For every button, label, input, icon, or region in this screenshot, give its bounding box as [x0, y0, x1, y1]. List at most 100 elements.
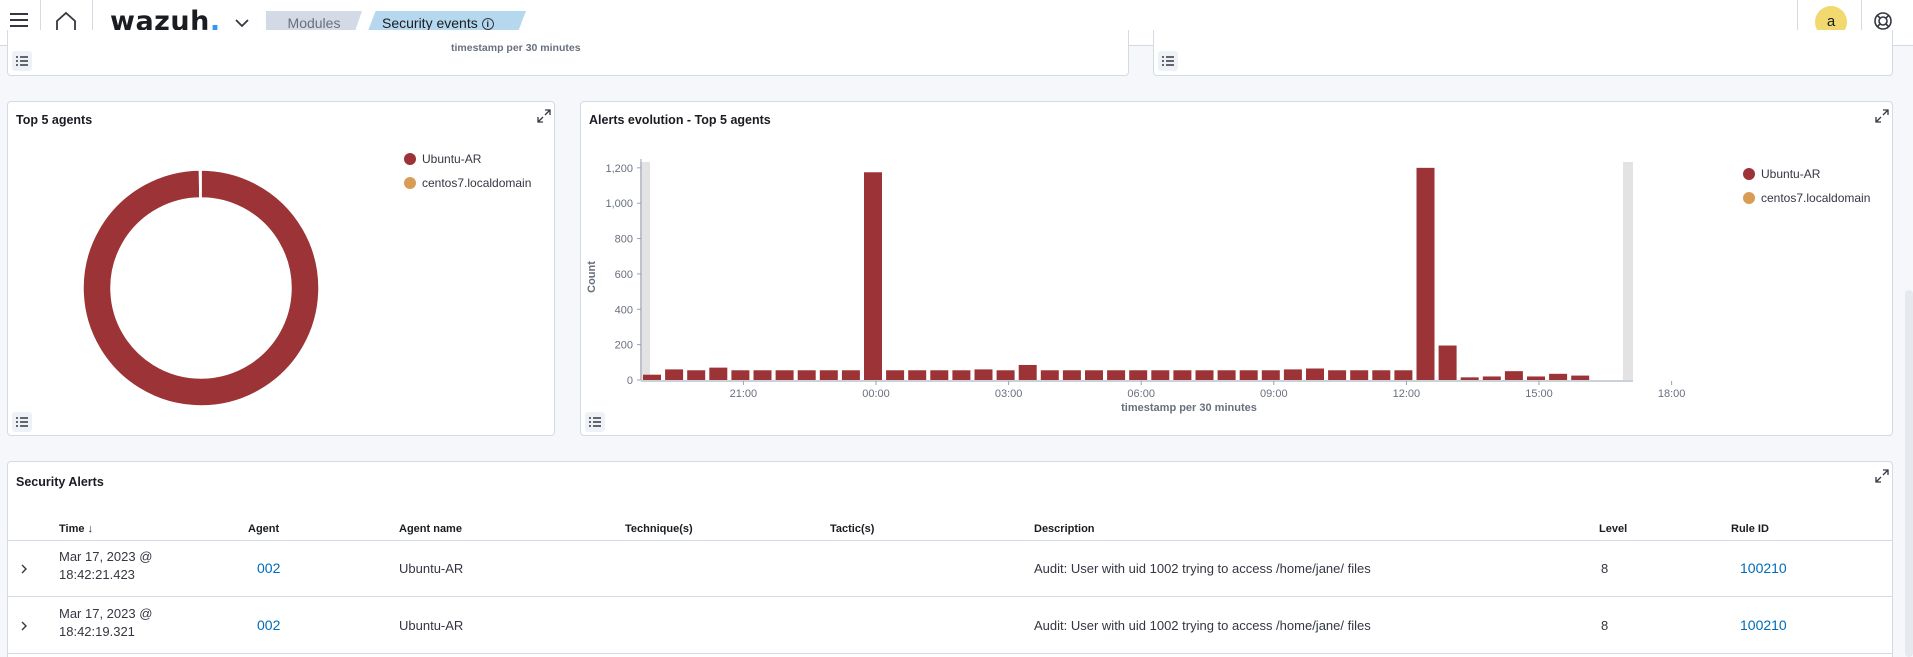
- bar-18: [1018, 364, 1037, 380]
- bar-43: [1571, 375, 1590, 380]
- bar-42: [1549, 373, 1568, 380]
- x-axis-caption: timestamp per 30 minutes: [451, 42, 581, 54]
- agent-id-link[interactable]: 002: [257, 617, 280, 633]
- legend-swatch: [1743, 192, 1755, 204]
- toggle-legend-button[interactable]: [1158, 51, 1178, 71]
- column-header-techniques[interactable]: Technique(s): [625, 523, 693, 535]
- top-5-agents-panel: Top 5 agents Ubuntu-AR centos7.localdoma…: [7, 101, 555, 436]
- column-header-agent-name[interactable]: Agent name: [399, 523, 462, 535]
- legend-label: centos7.localdomain: [1761, 191, 1871, 205]
- legend-item-ubuntu-ar[interactable]: Ubuntu-AR: [404, 152, 481, 166]
- rule-id-link[interactable]: 100210: [1740, 617, 1787, 633]
- donut-chart: [82, 169, 320, 407]
- legend-swatch: [404, 153, 416, 165]
- legend-label: Ubuntu-AR: [422, 152, 482, 166]
- bar-39: [1482, 376, 1501, 380]
- expand-icon[interactable]: [1874, 468, 1890, 484]
- legend-swatch: [1743, 168, 1755, 180]
- bar-10: [841, 370, 860, 380]
- legend-item-ubuntu-ar[interactable]: Ubuntu-AR: [1743, 167, 1820, 181]
- bar-41: [1527, 376, 1545, 380]
- bar-25: [1173, 370, 1192, 380]
- level-cell: 8: [1601, 618, 1609, 633]
- level-cell: 8: [1601, 561, 1609, 576]
- bar-13: [908, 370, 927, 380]
- bar-22: [1107, 370, 1126, 380]
- bar-3: [687, 370, 706, 380]
- legend-item-centos7[interactable]: centos7.localdomain: [1743, 191, 1870, 205]
- panel-title: Top 5 agents: [16, 113, 93, 127]
- time-clock: 18:42:21.423: [59, 567, 135, 582]
- info-icon[interactable]: i: [481, 18, 494, 31]
- bar-9: [819, 370, 838, 380]
- bar-14: [930, 370, 949, 380]
- security-alerts-panel: Security Alerts Time ↓ Agent Agent name …: [7, 461, 1893, 657]
- y-tick-label: 0: [627, 375, 633, 387]
- bar-29: [1261, 370, 1280, 380]
- help-lifebuoy-icon[interactable]: [1873, 11, 1893, 31]
- row-divider: [8, 653, 1892, 654]
- time-clock: 18:42:19.321: [59, 624, 135, 639]
- x-tick-label: 15:00: [1525, 388, 1553, 400]
- bar-19: [1040, 370, 1059, 380]
- toggle-legend-button[interactable]: [12, 51, 32, 71]
- y-tick-label: 800: [615, 234, 633, 246]
- chevron-right-icon[interactable]: [18, 563, 30, 575]
- bar-15: [952, 370, 971, 380]
- donut-slice-2: [198, 169, 202, 199]
- expand-icon[interactable]: [536, 108, 552, 124]
- x-tick-label: 21:00: [730, 388, 758, 400]
- bar-21: [1085, 370, 1103, 380]
- time-date: Mar 17, 2023 @: [59, 549, 153, 564]
- breadcrumb-label: Security events: [382, 15, 478, 31]
- bar-37: [1438, 345, 1457, 380]
- rule-id-link[interactable]: 100210: [1740, 560, 1787, 576]
- bar-23: [1129, 370, 1148, 380]
- menu-icon[interactable]: [10, 13, 28, 29]
- bar-33: [1350, 370, 1369, 380]
- x-tick-label: 06:00: [1127, 388, 1155, 400]
- donut-slice-1: [82, 169, 320, 407]
- column-header-tactics[interactable]: Tactic(s): [830, 523, 874, 535]
- x-axis-title: timestamp per 30 minutes: [1121, 402, 1257, 414]
- column-header-time[interactable]: Time ↓: [59, 523, 93, 535]
- toggle-legend-button[interactable]: [585, 412, 605, 432]
- y-tick-label: 600: [615, 269, 633, 281]
- list-icon: [16, 417, 28, 427]
- bar-38: [1460, 377, 1479, 380]
- x-tick-label: 09:00: [1260, 388, 1288, 400]
- bar-7: [775, 370, 794, 380]
- brush-handle-right: [1623, 162, 1633, 380]
- bar-1: [643, 374, 661, 380]
- legend-item-centos7[interactable]: centos7.localdomain: [404, 176, 531, 190]
- alerts-evolution-panel: Alerts evolution - Top 5 agents 0 200 400 6…: [580, 101, 1893, 436]
- list-icon: [16, 56, 28, 66]
- previous-visualization-panel-right: [1153, 30, 1893, 76]
- bar-27: [1217, 370, 1236, 380]
- column-header-label: Time: [59, 523, 85, 535]
- page-scrollbar[interactable]: [1905, 290, 1913, 657]
- time-cell: Mar 17, 2023 @ 18:42:21.423: [59, 548, 152, 584]
- bar-40: [1504, 371, 1523, 380]
- legend-label: Ubuntu-AR: [1761, 167, 1821, 181]
- header-divider: [8, 540, 1892, 541]
- agent-id-link[interactable]: 002: [257, 560, 280, 576]
- column-header-rule-id[interactable]: Rule ID: [1731, 523, 1769, 535]
- column-header-agent[interactable]: Agent: [248, 523, 279, 535]
- bar-8: [797, 370, 816, 380]
- x-tick-label: 00:00: [862, 388, 890, 400]
- bar-2: [665, 369, 684, 380]
- time-cell: Mar 17, 2023 @ 18:42:19.321: [59, 605, 152, 641]
- panel-title: Security Alerts: [16, 475, 104, 489]
- chevron-right-icon[interactable]: [18, 620, 30, 632]
- column-header-level[interactable]: Level: [1599, 523, 1627, 535]
- legend-label: centos7.localdomain: [422, 176, 532, 190]
- bar-30: [1283, 369, 1302, 380]
- bar-31: [1306, 368, 1324, 380]
- toggle-legend-button[interactable]: [12, 412, 32, 432]
- column-header-description[interactable]: Description: [1034, 523, 1095, 535]
- sort-desc-icon: ↓: [87, 523, 94, 535]
- list-icon: [1162, 56, 1174, 66]
- agent-name-cell: Ubuntu-AR: [399, 618, 464, 633]
- y-tick-label: 400: [615, 304, 633, 316]
